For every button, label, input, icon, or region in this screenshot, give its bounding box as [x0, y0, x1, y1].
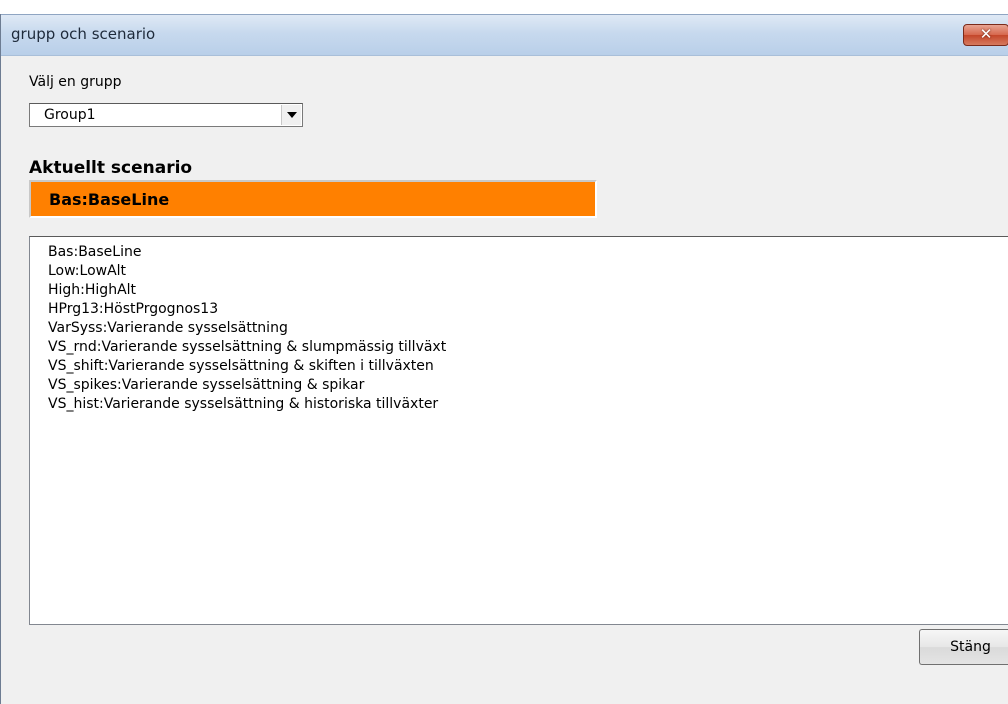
current-scenario-label: Aktuellt scenario: [29, 158, 193, 178]
group-select[interactable]: Group1: [29, 103, 303, 127]
scenario-list-item[interactable]: Bas:BaseLine: [48, 243, 1008, 262]
scenario-list-item[interactable]: VS_hist:Varierande sysselsättning & hist…: [48, 395, 1008, 414]
group-select-label: Välj en grupp: [29, 74, 122, 90]
scenario-list-item[interactable]: VS_spikes:Varierande sysselsättning & sp…: [48, 376, 1008, 395]
current-scenario-value: Bas:BaseLine: [49, 190, 170, 209]
scenario-list-item[interactable]: VS_rnd:Varierande sysselsättning & slump…: [48, 338, 1008, 357]
close-button[interactable]: Stäng: [919, 629, 1008, 665]
scenario-list-item[interactable]: Low:LowAlt: [48, 262, 1008, 281]
scenario-list-item[interactable]: VarSyss:Varierande sysselsättning: [48, 319, 1008, 338]
scenario-list[interactable]: Bas:BaseLine Low:LowAlt High:HighAlt HPr…: [29, 236, 1008, 625]
dialog-window: grupp och scenario ✕ Välj en grupp Group…: [0, 14, 1008, 704]
chevron-down-icon[interactable]: [281, 105, 301, 125]
window-title: grupp och scenario: [11, 25, 156, 43]
scenario-list-item[interactable]: HPrg13:HöstPrgognos13: [48, 300, 1008, 319]
title-bar[interactable]: grupp och scenario ✕: [1, 14, 1008, 56]
scenario-list-item[interactable]: VS_shift:Varierande sysselsättning & ski…: [48, 357, 1008, 376]
current-scenario-display: Bas:BaseLine: [29, 180, 597, 218]
close-icon: ✕: [979, 25, 993, 43]
scenario-list-item[interactable]: High:HighAlt: [48, 281, 1008, 300]
group-select-value: Group1: [44, 107, 96, 123]
close-window-button[interactable]: ✕: [963, 24, 1008, 46]
